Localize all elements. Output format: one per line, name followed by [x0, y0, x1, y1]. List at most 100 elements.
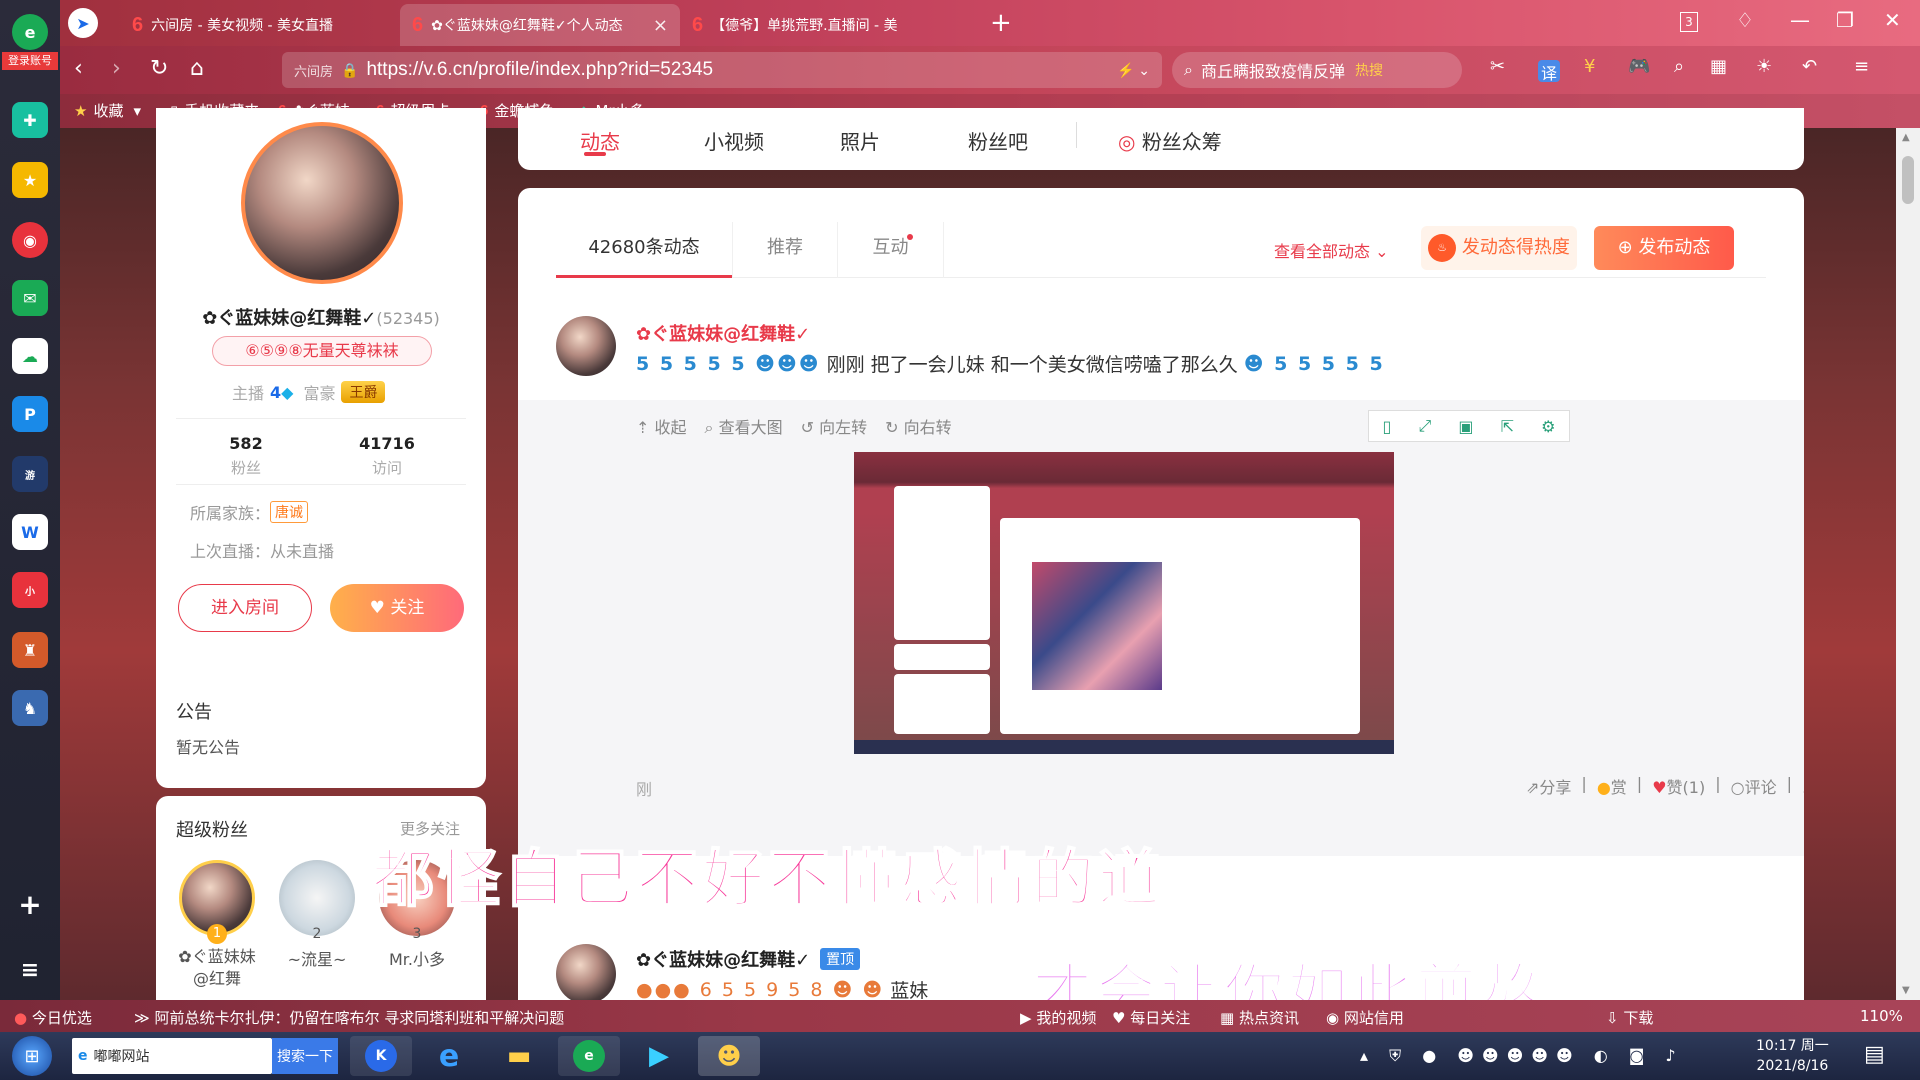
collapse-button[interactable]: ⇡ 收起: [636, 414, 687, 438]
view-large-button[interactable]: ⌕ 查看大图: [705, 414, 783, 438]
family-badge[interactable]: 唐诚: [270, 501, 309, 523]
game2-app-icon[interactable]: ♜: [12, 632, 48, 668]
profile-avatar[interactable]: [241, 122, 403, 284]
close-window-icon[interactable]: ✕: [1884, 8, 1901, 32]
menu-icon[interactable]: ≡: [12, 952, 48, 988]
fit-icon[interactable]: ▯: [1383, 417, 1392, 436]
today-picks[interactable]: ● 今日优选: [14, 1007, 92, 1028]
url-input[interactable]: 六间房 🔒 https://v.6.cn/profile/index.php?r…: [282, 52, 1162, 88]
daily-follow-link[interactable]: ♥ 每日关注: [1112, 1007, 1190, 1028]
taskbar-app-ie[interactable]: e: [418, 1036, 480, 1076]
grid-icon[interactable]: ▦: [1710, 56, 1727, 77]
post-avatar[interactable]: [556, 316, 616, 376]
hot-news-link[interactable]: ▦ 热点资讯: [1220, 1007, 1299, 1028]
post-author[interactable]: ✿ぐ蓝妹妹@红舞鞋✓: [636, 946, 810, 972]
fan-item[interactable]: 1 ✿ぐ蓝妹妹@红舞: [178, 860, 256, 990]
page-scrollbar[interactable]: ▲ ▼: [1896, 128, 1920, 1000]
tab-photos[interactable]: 照片: [840, 126, 880, 155]
post-author[interactable]: ✿ぐ蓝妹妹@红舞鞋✓: [636, 320, 810, 346]
tray-icons[interactable]: ▴ ⛨ ● ☻☻☻☻☻ ◐ ◙ ♪: [1360, 1046, 1684, 1066]
forward-icon[interactable]: ›: [112, 56, 121, 81]
fullscreen-icon[interactable]: ⤢: [1418, 416, 1431, 436]
tab-all-dynamic[interactable]: 42680条动态: [556, 222, 732, 278]
restore-icon[interactable]: ❐: [1836, 8, 1854, 32]
tab-fanbar[interactable]: 粉丝吧: [968, 126, 1028, 155]
scroll-up-icon[interactable]: ▲: [1902, 132, 1910, 143]
like-button[interactable]: ♥赞(1): [1652, 774, 1705, 798]
rotate-right-button[interactable]: ↻ 向右转: [885, 414, 952, 438]
close-tab-icon[interactable]: ×: [653, 15, 668, 36]
taskbar-search-button[interactable]: 搜索一下: [272, 1038, 338, 1074]
save-icon[interactable]: ▣: [1458, 417, 1473, 436]
light-icon[interactable]: ☀: [1756, 56, 1772, 77]
tip-button[interactable]: ●赏: [1597, 774, 1627, 798]
word-app-icon[interactable]: W: [12, 514, 48, 550]
tab-3[interactable]: 6 【德爷】单挑荒野.直播间 - 美: [680, 4, 980, 46]
gamepad-icon[interactable]: 🎮: [1628, 56, 1650, 77]
plus-app-icon[interactable]: ✚: [12, 102, 48, 138]
redbook-icon[interactable]: 小: [12, 572, 48, 608]
tab-crowdfund[interactable]: ◎ 粉丝众筹: [1118, 126, 1222, 155]
search-tool-icon[interactable]: ⌕: [1674, 56, 1684, 77]
star-app-icon[interactable]: ★: [12, 162, 48, 198]
taskbar-app-k[interactable]: K: [350, 1036, 412, 1076]
translate-icon[interactable]: 译: [1538, 60, 1560, 83]
mail-icon[interactable]: ✉: [12, 280, 48, 316]
tab-interact[interactable]: 互动: [838, 222, 944, 278]
scissors-icon[interactable]: ✂: [1490, 56, 1505, 77]
share-button[interactable]: ⇗分享: [1526, 774, 1571, 798]
p-app-icon[interactable]: P: [12, 396, 48, 432]
download-link[interactable]: ⇩ 下载: [1606, 1007, 1653, 1028]
refresh-icon[interactable]: ↻: [150, 56, 168, 81]
tab-shortvideo[interactable]: 小视频: [704, 126, 764, 155]
site-credit-link[interactable]: ◉ 网站信用: [1326, 1007, 1404, 1028]
zoom-level[interactable]: 110%: [1860, 1007, 1903, 1025]
coin-icon[interactable]: ¥: [1584, 56, 1595, 77]
add-app-icon[interactable]: +: [12, 886, 48, 922]
cloud-icon[interactable]: ☁: [12, 338, 48, 374]
start-button[interactable]: ⊞: [12, 1036, 52, 1076]
browser-logo-icon[interactable]: e: [12, 14, 48, 50]
rotate-left-button[interactable]: ↺ 向左转: [801, 414, 868, 438]
post-avatar[interactable]: [556, 944, 616, 1000]
taskbar-app-browser[interactable]: e: [558, 1036, 620, 1076]
back-icon[interactable]: ‹: [74, 56, 83, 81]
bolt-icon[interactable]: ⚡ ⌄: [1117, 62, 1150, 79]
minimize-icon[interactable]: —: [1790, 8, 1810, 32]
weibo-icon[interactable]: ◉: [12, 222, 48, 258]
undo-icon[interactable]: ↶: [1802, 56, 1817, 77]
tab-counter[interactable]: 3: [1680, 12, 1698, 32]
tab-dynamic[interactable]: 动态: [580, 126, 620, 155]
game3-app-icon[interactable]: ♞: [12, 690, 48, 726]
login-badge[interactable]: 登录账号: [2, 52, 58, 70]
more-button[interactable]: …更多: [1802, 774, 1804, 798]
search-input[interactable]: ⌕ 商丘瞒报致疫情反弹 热搜: [1172, 52, 1462, 88]
hot-post-button[interactable]: ♨ 发动态得热度: [1421, 226, 1577, 270]
tab-recommend[interactable]: 推荐: [732, 222, 838, 278]
my-video-link[interactable]: ▶ 我的视频: [1020, 1007, 1096, 1028]
home-icon[interactable]: ⌂: [190, 56, 204, 81]
menu-lines-icon[interactable]: ≡: [1854, 56, 1869, 77]
publish-button[interactable]: ⊕ 发布动态: [1594, 226, 1734, 270]
clock[interactable]: 10:17 周一 2021/8/16: [1756, 1036, 1829, 1076]
taskbar-app-live[interactable]: ☻: [698, 1036, 760, 1076]
fan-item[interactable]: 2 ~流星~: [278, 860, 356, 970]
follow-button[interactable]: ♥ 关注: [330, 584, 464, 632]
tab-2[interactable]: 6 ✿ぐ蓝妹妹@红舞鞋✓个人动态 ×: [400, 4, 680, 46]
view-all-dropdown[interactable]: 查看全部动态 ⌄: [1274, 238, 1389, 262]
fans-stat[interactable]: 582 粉丝: [206, 434, 286, 478]
comment-button[interactable]: ○评论: [1731, 774, 1777, 798]
bookmark-favorites[interactable]: ★ 收藏 ▾: [74, 100, 141, 121]
taskbar-search-input[interactable]: e 嘟嘟网站: [72, 1038, 272, 1074]
scroll-thumb[interactable]: [1902, 156, 1914, 204]
game-app-icon[interactable]: 游: [12, 456, 48, 492]
taskbar-app-player[interactable]: ▶: [628, 1036, 690, 1076]
enter-room-button[interactable]: 进入房间: [178, 584, 312, 632]
navigate-icon[interactable]: ➤: [68, 8, 98, 38]
notification-icon[interactable]: ▤: [1864, 1042, 1885, 1067]
skin-icon[interactable]: ♢: [1736, 8, 1754, 32]
scroll-down-icon[interactable]: ▼: [1902, 985, 1910, 996]
new-tab-icon[interactable]: +: [990, 8, 1012, 38]
taskbar-app-folder[interactable]: ▬: [488, 1036, 550, 1076]
post-image[interactable]: [854, 452, 1394, 754]
